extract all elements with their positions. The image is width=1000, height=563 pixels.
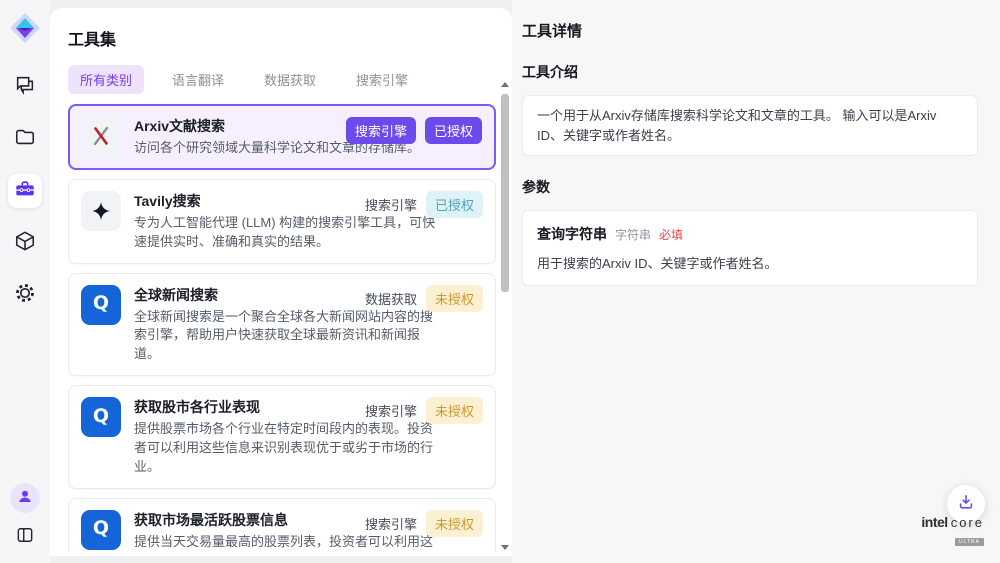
auth-status-badge: 已授权 — [426, 191, 483, 218]
auth-status-badge: 未授权 — [426, 510, 483, 537]
chat-icon — [14, 74, 36, 101]
sidebar-rail — [0, 0, 50, 563]
details-title: 工具详情 — [522, 20, 978, 41]
q-glyph: Q — [93, 519, 109, 538]
intro-heading: 工具介绍 — [522, 62, 978, 82]
param-card: 查询字符串字符串必填 用于搜索的Arxiv ID、关键字或作者姓名。 — [522, 210, 978, 286]
tool-badges: 数据获取 未授权 — [365, 285, 483, 312]
tool-card-sector-performance[interactable]: Q 获取股市各行业表现 提供股票市场各个行业在特定时间段内的表现。投资者可以利用… — [68, 385, 496, 489]
sidebar-item-settings[interactable] — [8, 278, 42, 312]
scroll-down-arrow-icon[interactable] — [501, 545, 509, 550]
intro-text-box: 一个用于从Arxiv存储库搜索科学论文和文章的工具。 输入可以是Arxiv ID… — [522, 95, 978, 156]
intel-logo-text: intel core — [921, 514, 984, 530]
tool-details-panel: 工具详情 工具介绍 一个用于从Arxiv存储库搜索科学论文和文章的工具。 输入可… — [512, 0, 1000, 563]
category-label: 搜索引擎 — [365, 514, 417, 533]
scrollbar-thumb[interactable] — [501, 94, 509, 292]
intel-brand: intel — [921, 514, 947, 530]
sidebar-item-layout[interactable] — [11, 523, 39, 551]
news-q-icon: Q — [81, 285, 121, 325]
tool-card-arxiv[interactable]: Arxiv文献搜索 访问各个研究领域大量科学论文和文章的存储库。 搜索引擎 已授… — [68, 104, 496, 170]
sidebar-nav — [8, 70, 42, 312]
download-icon — [956, 492, 976, 517]
tool-card-global-news[interactable]: Q 全球新闻搜索 全球新闻搜索是一个聚合全球各大新闻网站内容的搜索引擎，帮助用户… — [68, 273, 496, 377]
cube-icon — [14, 230, 36, 257]
tool-description: 专为人工智能代理 (LLM) 构建的搜索引擎工具，可快速提供实时、准确和真实的结… — [134, 214, 436, 252]
arxiv-logo-icon — [81, 116, 121, 156]
tool-badges: 搜索引擎 已授权 — [346, 117, 482, 144]
tab-search-engine[interactable]: 搜索引擎 — [344, 65, 420, 94]
tool-card-list: Arxiv文献搜索 访问各个研究领域大量科学论文和文章的存储库。 搜索引擎 已授… — [68, 104, 496, 552]
tool-card-most-active-stocks[interactable]: Q 获取市场最活跃股票信息 提供当天交易量最高的股票列表，投资者可以利用这些信息… — [68, 498, 496, 552]
q-glyph: Q — [93, 294, 109, 313]
tool-description: 提供股票市场各个行业在特定时间段内的表现。投资者可以利用这些信息来识别表现优于或… — [134, 420, 436, 477]
tab-all-categories[interactable]: 所有类别 — [68, 65, 144, 94]
category-label: 数据获取 — [365, 289, 417, 308]
tool-card-tavily[interactable]: Tavily搜索 专为人工智能代理 (LLM) 构建的搜索引擎工具，可快速提供实… — [68, 179, 496, 264]
params-heading: 参数 — [522, 177, 978, 197]
param-description: 用于搜索的Arxiv ID、关键字或作者姓名。 — [537, 253, 963, 272]
category-label: 搜索引擎 — [365, 195, 417, 214]
tool-description: 全球新闻搜索是一个聚合全球各大新闻网站内容的搜索引擎，帮助用户快速获取全球最新资… — [134, 308, 436, 365]
category-badge: 搜索引擎 — [346, 117, 416, 144]
layout-panels-icon — [15, 525, 35, 550]
tab-translation[interactable]: 语言翻译 — [160, 65, 236, 94]
param-required-badge: 必填 — [659, 228, 683, 242]
auth-status-badge: 未授权 — [426, 397, 483, 424]
q-glyph: Q — [93, 407, 109, 426]
intel-tier-badge: ULTRA — [955, 538, 984, 546]
news-q-icon: Q — [81, 510, 121, 550]
sidebar-item-chat[interactable] — [8, 70, 42, 104]
intel-product: core — [951, 515, 984, 530]
param-name: 查询字符串 — [537, 226, 607, 242]
sidebar-bottom — [10, 483, 40, 551]
user-avatar[interactable] — [10, 483, 40, 513]
category-tabs: 所有类别 语言翻译 数据获取 搜索引擎 — [68, 65, 512, 94]
auth-status-badge: 已授权 — [425, 117, 482, 144]
auth-status-badge: 未授权 — [426, 285, 483, 312]
param-header: 查询字符串字符串必填 — [537, 224, 963, 244]
sidebar-item-packages[interactable] — [8, 226, 42, 260]
intel-core-logo: intel core ULTRA — [921, 514, 984, 548]
scroll-up-arrow-icon[interactable] — [501, 82, 509, 87]
user-icon — [16, 487, 34, 510]
settings-gear-icon — [14, 282, 36, 309]
tab-data-fetch[interactable]: 数据获取 — [252, 65, 328, 94]
sidebar-item-tools[interactable] — [8, 174, 42, 208]
tool-badges: 搜索引擎 未授权 — [365, 510, 483, 537]
tool-badges: 搜索引擎 已授权 — [365, 191, 483, 218]
page-title: 工具集 — [68, 26, 512, 50]
sidebar-item-files[interactable] — [8, 122, 42, 156]
folder-icon — [14, 126, 36, 153]
param-type: 字符串 — [615, 228, 651, 242]
news-q-icon: Q — [81, 397, 121, 437]
tool-badges: 搜索引擎 未授权 — [365, 397, 483, 424]
toolbox-icon — [14, 178, 36, 205]
toolset-panel: 工具集 所有类别 语言翻译 数据获取 搜索引擎 Arxiv文献搜索 访问各个研究… — [50, 8, 512, 556]
app-logo-icon — [9, 12, 41, 44]
category-label: 搜索引擎 — [365, 401, 417, 420]
sparkle-icon — [81, 191, 121, 231]
list-scrollbar[interactable] — [500, 82, 510, 550]
